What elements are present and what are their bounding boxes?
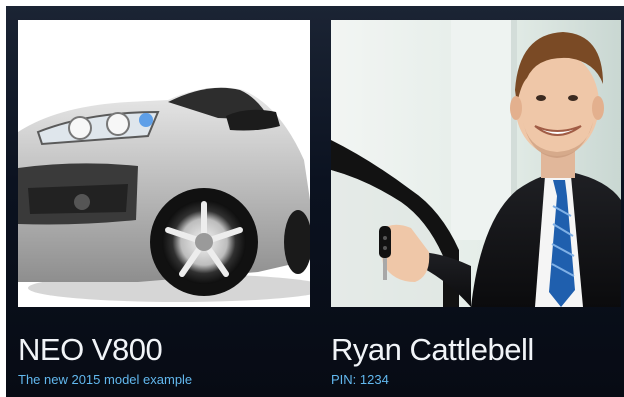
tile-title: Ryan Cattlebell <box>331 332 534 367</box>
tile-subtitle: PIN: 1234 <box>331 372 389 387</box>
salesman-photo <box>331 20 621 307</box>
tile-gallery: NEO V800 The new 2015 model example Ryan… <box>6 6 624 397</box>
car-photo <box>18 20 310 307</box>
tile-car[interactable]: NEO V800 The new 2015 model example <box>18 20 310 391</box>
tile-title: NEO V800 <box>18 332 163 367</box>
tile-subtitle: The new 2015 model example <box>18 372 193 387</box>
tile-salesman[interactable]: Ryan Cattlebell PIN: 1234 <box>331 20 621 391</box>
